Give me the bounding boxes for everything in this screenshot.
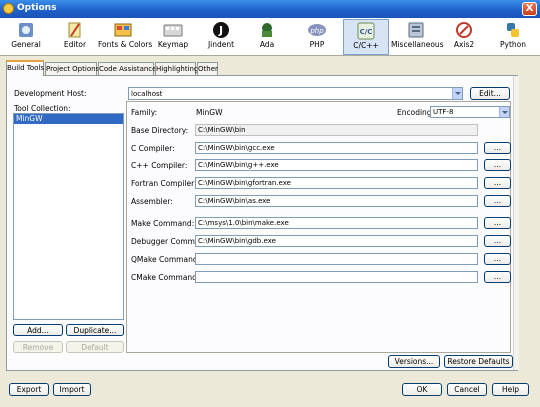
cmake-command-field[interactable] [195,271,478,283]
vertical-scrollbar[interactable] [513,76,519,370]
category-editor[interactable]: Editor [56,19,94,55]
cmake-command-browse-button[interactable]: ... [484,271,511,283]
cancel-button[interactable]: Cancel [447,383,487,396]
c-compiler-field[interactable]: C:\MinGW\bin\gcc.exe [195,142,478,154]
assembler-label: Assembler: [131,197,173,206]
category-jindent[interactable]: J Jindent [204,19,238,55]
qmake-command-browse-button[interactable]: ... [484,253,511,265]
cpp-compiler-field[interactable]: C:\MinGW\bin\g++.exe [195,159,478,171]
help-button[interactable]: Help [492,383,529,396]
encoding-label: Encoding: [397,108,435,117]
debugger-command-field[interactable]: C:\MinGW\bin\gdb.exe [195,235,478,247]
category-c-cpp[interactable]: C/C C/C++ [343,19,389,55]
qmake-command-label: QMake Command: [131,255,201,264]
development-host-label: Development Host: [14,89,87,98]
c-compiler-label: C Compiler: [131,144,175,153]
tab-highlighting[interactable]: Highlighting [155,62,198,75]
default-button[interactable]: Default [66,341,124,353]
window-title: Options [17,3,57,13]
category-general[interactable]: General [6,19,46,55]
tab-other[interactable]: Other [197,62,218,75]
versions-button[interactable]: Versions... [388,355,440,368]
editor-icon [68,22,81,38]
encoding-combo[interactable]: UTF-8 [430,106,510,118]
c-cpp-icon: C/C [357,22,375,40]
fortran-compiler-field[interactable]: C:\MinGW\bin\gfortran.exe [195,177,478,189]
python-icon [507,23,519,37]
close-button[interactable]: X [522,2,537,16]
add-button[interactable]: Add... [13,324,63,336]
category-python[interactable]: Python [496,19,530,55]
make-command-field[interactable]: C:\msys\1.0\bin\make.exe [195,217,478,229]
axis2-icon [456,22,472,38]
chevron-down-icon[interactable] [452,88,462,99]
category-toolbar: General Editor Fonts & Colors Keymap J J… [0,18,540,56]
duplicate-button[interactable]: Duplicate... [66,324,124,336]
tool-collection-label: Tool Collection: [14,104,71,113]
category-keymap[interactable]: Keymap [156,19,190,55]
development-host-combo[interactable]: localhost [128,87,463,100]
title-bar: Options [0,0,540,18]
restore-defaults-button[interactable]: Restore Defaults [444,355,513,368]
edit-host-button[interactable]: Edit... [470,87,510,100]
category-axis2[interactable]: Axis2 [449,19,479,55]
app-icon [3,3,14,14]
base-directory-label: Base Directory: [131,126,189,135]
ada-icon [262,23,272,37]
chevron-down-icon[interactable] [499,107,509,117]
cpp-compiler-browse-button[interactable]: ... [484,159,511,171]
category-fonts-colors[interactable]: Fonts & Colors [98,19,152,55]
cpp-compiler-label: C++ Compiler: [131,161,188,170]
fortran-compiler-browse-button[interactable]: ... [484,177,511,189]
make-command-browse-button[interactable]: ... [484,217,511,229]
miscellaneous-icon [408,22,424,38]
svg-text:php: php [309,27,324,35]
cmake-command-label: CMake Command: [131,273,200,282]
family-label: Family: [131,108,158,117]
svg-text:J: J [218,24,223,37]
qmake-command-field[interactable] [195,253,478,265]
jindent-icon: J [213,22,229,38]
general-icon [19,23,33,37]
tool-collection-list[interactable]: MinGW [13,113,124,320]
remove-button[interactable]: Remove [13,341,63,353]
import-button[interactable]: Import [53,383,91,396]
assembler-browse-button[interactable]: ... [484,195,511,207]
assembler-field[interactable]: C:\MinGW\bin\as.exe [195,195,478,207]
debugger-command-browse-button[interactable]: ... [484,235,511,247]
keymap-icon [163,24,183,37]
fonts-colors-icon [114,23,132,37]
tab-project-options[interactable]: Project Options [45,62,99,75]
fortran-compiler-label: Fortran Compiler: [131,179,197,188]
php-icon: php [308,24,326,36]
category-miscellaneous[interactable]: Miscellaneous [391,19,444,55]
list-item[interactable]: MinGW [14,114,123,124]
tab-build-tools[interactable]: Build Tools [6,60,44,76]
family-value: MinGW [196,108,223,117]
category-ada[interactable]: Ada [253,19,281,55]
category-php[interactable]: php PHP [302,19,332,55]
svg-text:C/C: C/C [360,28,373,36]
tab-code-assistance[interactable]: Code Assistance [98,62,156,75]
base-directory-field: C:\MinGW\bin [195,124,478,136]
export-button[interactable]: Export [9,383,49,396]
c-compiler-browse-button[interactable]: ... [484,142,511,154]
ok-button[interactable]: OK [402,383,442,396]
make-command-label: Make Command: [131,219,195,228]
